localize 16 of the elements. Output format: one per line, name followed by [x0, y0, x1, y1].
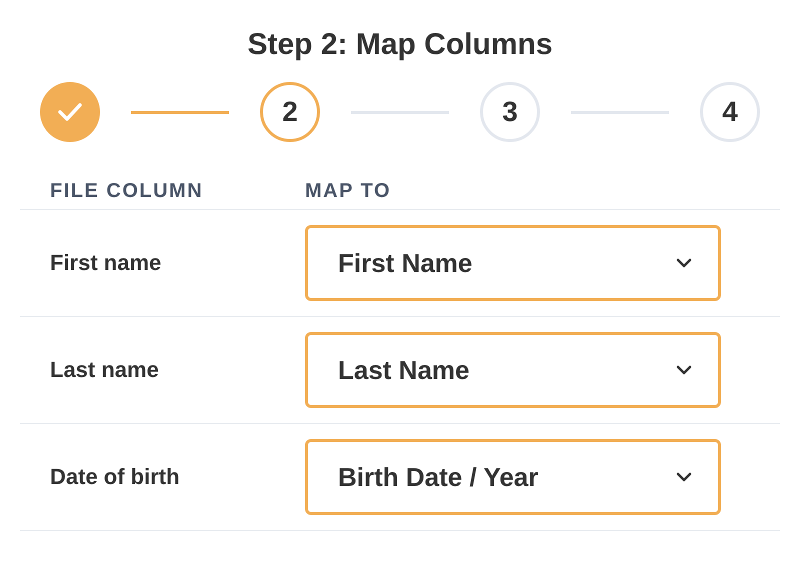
- check-icon: [57, 102, 83, 122]
- chevron-down-icon: [676, 365, 692, 375]
- chevron-down-icon: [676, 258, 692, 268]
- column-header: MAP TO: [305, 178, 392, 204]
- file-column-label: Last name: [49, 356, 160, 384]
- column-header: FILE COLUMN: [49, 178, 204, 204]
- chevron-down-icon: [676, 472, 692, 482]
- map-to-select[interactable]: Birth Date / Year: [305, 439, 721, 515]
- map-to-select[interactable]: First Name: [305, 225, 721, 301]
- page-title: Step 2: Map Columns: [246, 27, 554, 63]
- step-upcoming[interactable]: 4: [700, 82, 760, 142]
- file-column-label: First name: [49, 248, 162, 276]
- step-current[interactable]: 2: [260, 82, 320, 142]
- file-column-label: Date of birth: [49, 462, 181, 490]
- step-upcoming[interactable]: 3: [480, 82, 540, 142]
- map-to-select[interactable]: Last Name: [305, 332, 721, 408]
